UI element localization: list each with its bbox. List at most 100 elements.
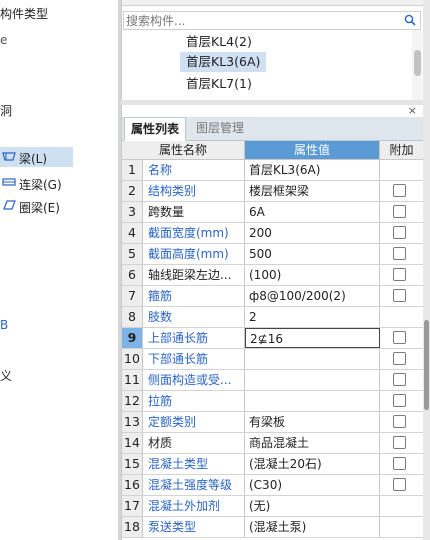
attach-checkbox[interactable] (393, 289, 406, 302)
scrollbar-thumb[interactable] (424, 320, 429, 410)
attach-checkbox[interactable] (393, 247, 406, 260)
property-value[interactable] (245, 349, 380, 369)
tree-item-ring-beam[interactable]: 圈梁(E) (19, 199, 60, 216)
property-row[interactable]: 16 混凝土强度等级 (C30) (122, 475, 424, 496)
property-row[interactable]: 4 截面宽度(mm) 200 (122, 223, 424, 244)
component-item[interactable]: 首层KL4(2) (180, 32, 258, 52)
property-value[interactable]: 2 (245, 307, 380, 327)
property-row[interactable]: 13 定额类别 有梁板 (122, 412, 424, 433)
search-icon[interactable] (404, 14, 416, 26)
property-value[interactable]: ф8@100/200(2) (245, 286, 380, 306)
component-list-scrollbar[interactable] (412, 30, 422, 100)
component-item[interactable]: 首层KL7(1) (180, 74, 258, 94)
property-value[interactable]: 楼层框架梁 (245, 181, 380, 201)
row-number[interactable]: 13 (122, 412, 143, 432)
tree-item-beam[interactable]: 梁(L) (19, 150, 47, 167)
search-box (123, 11, 421, 30)
attach-checkbox[interactable] (393, 478, 406, 491)
attach-checkbox[interactable] (393, 415, 406, 428)
property-row[interactable]: 14 材质 商品混凝土 (122, 433, 424, 454)
attach-checkbox[interactable] (393, 352, 406, 365)
row-number[interactable]: 10 (122, 349, 143, 369)
attach-checkbox[interactable] (393, 205, 406, 218)
attach-checkbox[interactable] (393, 436, 406, 449)
ring-beam-icon (3, 200, 16, 210)
tree-partial-item[interactable]: 义 (0, 367, 12, 384)
attach-checkbox[interactable] (393, 268, 406, 281)
row-number[interactable]: 3 (122, 202, 143, 222)
close-icon[interactable]: × (408, 105, 417, 117)
property-row[interactable]: 15 混凝土类型 (混凝土20石) (122, 454, 424, 475)
property-row[interactable]: 3 跨数量 6A (122, 202, 424, 223)
property-tabs: 属性列表 图层管理 (122, 117, 424, 141)
row-number[interactable]: 16 (122, 475, 143, 495)
row-number[interactable]: 4 (122, 223, 143, 243)
property-name: 混凝土类型 (143, 454, 245, 474)
component-item-selected[interactable]: 首层KL3(6A) (180, 52, 267, 72)
property-row[interactable]: 11 侧面构造或受... (122, 370, 424, 391)
row-number[interactable]: 15 (122, 454, 143, 474)
tree-partial-item[interactable]: e (0, 33, 7, 47)
attach-checkbox[interactable] (393, 184, 406, 197)
property-row[interactable]: 10 下部通长筋 (122, 349, 424, 370)
property-value[interactable]: 500 (245, 244, 380, 264)
property-name: 下部通长筋 (143, 349, 245, 369)
row-number[interactable]: 2 (122, 181, 143, 201)
property-row[interactable]: 2 结构类别 楼层框架梁 (122, 181, 424, 202)
row-number[interactable]: 12 (122, 391, 143, 411)
property-value[interactable] (245, 370, 380, 390)
attach-checkbox[interactable] (393, 331, 406, 344)
property-value[interactable]: 商品混凝土 (245, 433, 380, 453)
row-number[interactable]: 11 (122, 370, 143, 390)
property-row[interactable]: 1 名称 首层KL3(6A) (122, 160, 424, 181)
property-value[interactable]: 200 (245, 223, 380, 243)
attach-cell (380, 286, 424, 306)
tree-item-link-beam[interactable]: 连梁(G) (19, 176, 62, 193)
row-number[interactable]: 8 (122, 307, 143, 327)
property-value[interactable]: (无) (245, 496, 380, 516)
property-name: 混凝土外加剂 (143, 496, 245, 516)
row-number[interactable]: 17 (122, 496, 143, 516)
tree-partial-item[interactable]: B (0, 318, 8, 332)
property-value[interactable]: (混凝土泵) (245, 517, 380, 537)
property-row[interactable]: 17 混凝土外加剂 (无) (122, 496, 424, 517)
property-name: 上部通长筋 (143, 328, 245, 348)
row-number[interactable]: 9 (122, 328, 143, 348)
tab-layer-management[interactable]: 图层管理 (190, 117, 250, 141)
property-value[interactable]: (100) (245, 265, 380, 285)
property-value[interactable]: 首层KL3(6A) (245, 160, 380, 180)
row-number[interactable]: 7 (122, 286, 143, 306)
search-input[interactable] (124, 12, 394, 29)
toolbar-strip (122, 0, 424, 6)
tree-partial-item[interactable]: 洞 (0, 102, 12, 119)
attach-cell (380, 370, 424, 390)
tab-property-list[interactable]: 属性列表 (124, 117, 187, 141)
property-row[interactable]: 9 上部通长筋 2⊈16 (122, 328, 424, 349)
property-row[interactable]: 7 箍筋 ф8@100/200(2) (122, 286, 424, 307)
property-panel: × 属性列表 图层管理 属性名称 属性值 附加 1 名称 首层KL3(6A) 2 结构类… (121, 105, 424, 540)
row-number[interactable]: 6 (122, 265, 143, 285)
row-number[interactable]: 18 (122, 517, 143, 537)
property-row[interactable]: 12 拉筋 (122, 391, 424, 412)
property-value[interactable]: 6A (245, 202, 380, 222)
row-number[interactable]: 5 (122, 244, 143, 264)
window-scrollbar[interactable] (423, 0, 430, 540)
property-value[interactable]: (C30) (245, 475, 380, 495)
row-number[interactable]: 1 (122, 160, 143, 180)
property-row[interactable]: 6 轴线距梁左边... (100) (122, 265, 424, 286)
attach-checkbox[interactable] (393, 373, 406, 386)
property-name: 截面高度(mm) (143, 244, 245, 264)
attach-checkbox[interactable] (393, 226, 406, 239)
property-name: 跨数量 (143, 202, 245, 222)
property-value[interactable] (245, 391, 380, 411)
property-row[interactable]: 5 截面高度(mm) 500 (122, 244, 424, 265)
scrollbar-thumb[interactable] (414, 50, 421, 76)
property-value-editor[interactable]: 2⊈16 (245, 328, 380, 348)
attach-checkbox[interactable] (393, 394, 406, 407)
property-value[interactable]: 有梁板 (245, 412, 380, 432)
property-row[interactable]: 8 肢数 2 (122, 307, 424, 328)
property-value[interactable]: (混凝土20石) (245, 454, 380, 474)
row-number[interactable]: 14 (122, 433, 143, 453)
attach-checkbox[interactable] (393, 457, 406, 470)
property-row[interactable]: 18 泵送类型 (混凝土泵) (122, 517, 424, 538)
